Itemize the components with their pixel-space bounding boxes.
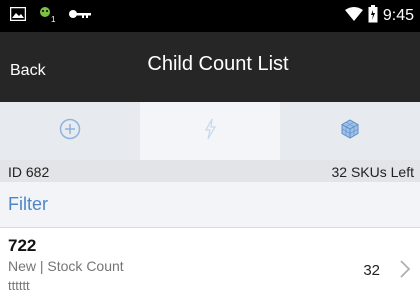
item-description: tttttt bbox=[8, 278, 30, 293]
item-id: 722 bbox=[8, 236, 37, 255]
item-count: 32 bbox=[363, 262, 380, 279]
item-status: New | Stock Count bbox=[8, 258, 124, 274]
filter-label: Filter bbox=[8, 194, 48, 214]
cube-icon bbox=[339, 118, 361, 145]
image-icon bbox=[9, 6, 27, 26]
chevron-right-icon bbox=[398, 257, 412, 281]
app-header: Back Child Count List bbox=[0, 32, 420, 102]
status-time: 9:45 bbox=[382, 7, 414, 24]
status-right-icons: 9:45 bbox=[344, 4, 414, 28]
skus-left: 32 SKUs Left bbox=[331, 164, 415, 180]
add-circle-icon bbox=[59, 118, 81, 145]
status-bar: 1 9:45 bbox=[0, 0, 420, 32]
wifi-icon bbox=[344, 6, 363, 26]
list-item[interactable]: 722 New | Stock Count tttttt 32 bbox=[0, 228, 420, 299]
page-title: Child Count List bbox=[147, 53, 289, 75]
flash-tab[interactable] bbox=[140, 102, 280, 160]
action-tabs bbox=[0, 102, 420, 160]
cube-tab[interactable] bbox=[280, 102, 420, 160]
add-tab[interactable] bbox=[0, 102, 140, 160]
svg-text:1: 1 bbox=[51, 15, 56, 23]
count-id: ID 682 bbox=[8, 164, 50, 180]
count-info-bar: ID 682 32 SKUs Left bbox=[0, 160, 420, 182]
battery-icon bbox=[368, 4, 378, 28]
filter-button[interactable]: Filter bbox=[0, 182, 420, 228]
flash-icon bbox=[203, 118, 217, 145]
android-notification-icon: 1 bbox=[36, 5, 58, 28]
key-icon bbox=[68, 7, 92, 25]
status-left-icons: 1 bbox=[9, 5, 92, 28]
